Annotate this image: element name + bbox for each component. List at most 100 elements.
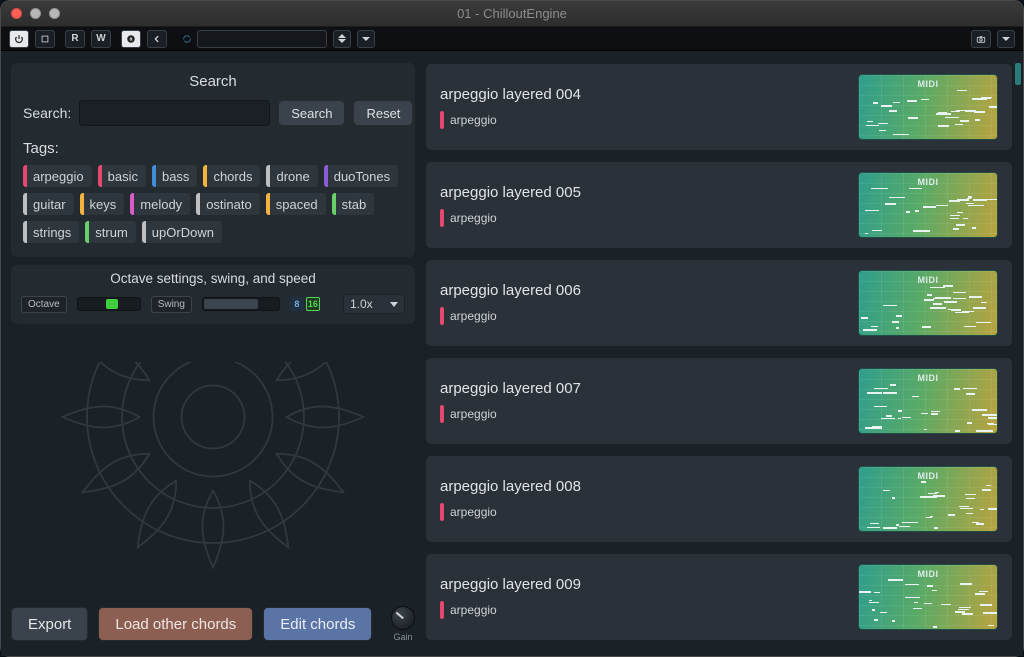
tags-header: Tags: bbox=[23, 140, 403, 157]
result-item[interactable]: arpeggio layered 006 arpeggio MIDI bbox=[425, 259, 1013, 347]
midi-preview[interactable]: MIDI bbox=[858, 74, 998, 140]
square-icon bbox=[40, 34, 50, 44]
result-item[interactable]: arpeggio layered 007 arpeggio MIDI bbox=[425, 357, 1013, 445]
tag-drone[interactable]: drone bbox=[266, 165, 317, 187]
tag-guitar[interactable]: guitar bbox=[23, 193, 74, 215]
tag-stripe bbox=[440, 307, 444, 325]
camera-icon bbox=[976, 34, 986, 44]
tag-ostinato[interactable]: ostinato bbox=[196, 193, 260, 215]
tag-stripe bbox=[440, 111, 444, 129]
tag-basic[interactable]: basic bbox=[98, 165, 146, 187]
info-a-button[interactable]: a bbox=[121, 30, 141, 48]
result-item[interactable]: arpeggio layered 004arpeggioMIDI bbox=[425, 63, 1013, 151]
gain-control: Gain bbox=[391, 606, 415, 642]
result-tag: arpeggio bbox=[440, 601, 497, 619]
result-name: arpeggio layered 007 bbox=[440, 380, 844, 397]
tag-stripe bbox=[98, 165, 102, 187]
midi-preview[interactable]: MIDI bbox=[858, 270, 998, 336]
swing-slider[interactable] bbox=[202, 297, 280, 311]
result-item[interactable]: arpeggio layered 005arpeggioMIDI bbox=[425, 161, 1013, 249]
tag-upOrDown[interactable]: upOrDown bbox=[142, 221, 222, 243]
load-chords-button[interactable]: Load other chords bbox=[98, 607, 253, 641]
tag-strings[interactable]: strings bbox=[23, 221, 79, 243]
chevron-down-icon bbox=[1002, 37, 1010, 41]
speed-select[interactable]: 1.0x bbox=[343, 294, 405, 314]
back-button[interactable] bbox=[147, 30, 167, 48]
tag-label: bass bbox=[162, 169, 189, 184]
results-list: arpeggio layered 004arpeggioMIDIarpeggio… bbox=[425, 63, 1013, 646]
tag-spaced[interactable]: spaced bbox=[266, 193, 326, 215]
tag-stripe bbox=[23, 221, 27, 243]
tag-label: keys bbox=[90, 197, 117, 212]
tag-arpeggio[interactable]: arpeggio bbox=[23, 165, 92, 187]
read-automation-button[interactable]: R bbox=[65, 30, 85, 48]
preset-stepper[interactable] bbox=[333, 30, 351, 48]
window-close-button[interactable] bbox=[11, 8, 22, 19]
preset-menu-button[interactable] bbox=[357, 30, 375, 48]
result-name: arpeggio layered 006 bbox=[440, 282, 844, 299]
swing-label: Swing bbox=[151, 296, 192, 313]
result-tag-label: arpeggio bbox=[450, 603, 497, 617]
scrollbar-thumb[interactable] bbox=[1015, 63, 1021, 85]
tag-label: drone bbox=[276, 169, 309, 184]
tag-label: basic bbox=[108, 169, 138, 184]
tag-label: ostinato bbox=[206, 197, 252, 212]
midi-preview[interactable]: MIDI bbox=[858, 466, 998, 532]
gain-label: Gain bbox=[393, 632, 412, 642]
result-tag-label: arpeggio bbox=[450, 505, 497, 519]
search-input[interactable] bbox=[79, 100, 270, 126]
tag-label: stab bbox=[342, 197, 367, 212]
result-item[interactable]: arpeggio layered 008arpeggioMIDI bbox=[425, 455, 1013, 543]
search-panel: Search Search: Search Reset Tags: arpegg… bbox=[11, 63, 415, 257]
tag-stripe bbox=[80, 193, 84, 215]
search-button[interactable]: Search bbox=[278, 100, 345, 126]
swing-16-badge[interactable]: 16 bbox=[306, 297, 320, 311]
tag-duoTones[interactable]: duoTones bbox=[324, 165, 398, 187]
octave-slider[interactable] bbox=[77, 297, 141, 311]
result-name: arpeggio layered 009 bbox=[440, 576, 844, 593]
tag-label: guitar bbox=[33, 197, 66, 212]
export-button[interactable]: Export bbox=[11, 607, 88, 641]
write-automation-button[interactable]: W bbox=[91, 30, 111, 48]
reset-button[interactable]: Reset bbox=[353, 100, 413, 126]
tag-stab[interactable]: stab bbox=[332, 193, 375, 215]
midi-preview[interactable]: MIDI bbox=[858, 564, 998, 630]
tag-label: arpeggio bbox=[33, 169, 84, 184]
tag-label: duoTones bbox=[334, 169, 390, 184]
chevron-down-icon bbox=[338, 39, 346, 43]
speed-value: 1.0x bbox=[350, 297, 373, 311]
window-minimize-button[interactable] bbox=[30, 8, 41, 19]
tag-label: melody bbox=[140, 197, 182, 212]
midi-preview[interactable]: MIDI bbox=[858, 172, 998, 238]
tag-stripe bbox=[440, 503, 444, 521]
tag-strum[interactable]: strum bbox=[85, 221, 136, 243]
tag-stripe bbox=[266, 193, 270, 215]
a-icon: a bbox=[126, 34, 136, 44]
tag-stripe bbox=[440, 405, 444, 423]
tag-stripe bbox=[23, 193, 27, 215]
result-item[interactable]: arpeggio layered 009 arpeggio MIDI bbox=[425, 553, 1013, 641]
settings-panel: Octave settings, swing, and speed Octave… bbox=[11, 265, 415, 324]
tag-bass[interactable]: bass bbox=[152, 165, 197, 187]
search-heading: Search bbox=[23, 73, 403, 90]
chevron-up-icon bbox=[338, 34, 346, 38]
result-tag: arpeggio bbox=[440, 405, 497, 423]
search-label: Search: bbox=[23, 105, 71, 121]
view-menu-button[interactable] bbox=[997, 30, 1015, 48]
result-tag: arpeggio bbox=[440, 307, 497, 325]
gain-knob[interactable] bbox=[391, 606, 415, 630]
result-tag-label: arpeggio bbox=[450, 407, 497, 421]
power-button[interactable] bbox=[9, 30, 29, 48]
tag-melody[interactable]: melody bbox=[130, 193, 190, 215]
tag-chords[interactable]: chords bbox=[203, 165, 260, 187]
preset-name-field[interactable] bbox=[197, 30, 327, 48]
midi-preview[interactable]: MIDI bbox=[858, 368, 998, 434]
swing-8-badge[interactable]: 8 bbox=[290, 297, 304, 311]
tag-keys[interactable]: keys bbox=[80, 193, 125, 215]
result-name: arpeggio layered 004 bbox=[440, 86, 844, 103]
edit-chords-button[interactable]: Edit chords bbox=[263, 607, 372, 641]
window-zoom-button[interactable] bbox=[49, 8, 60, 19]
tag-stripe bbox=[440, 601, 444, 619]
snapshot-button[interactable] bbox=[971, 30, 991, 48]
compare-button[interactable] bbox=[35, 30, 55, 48]
